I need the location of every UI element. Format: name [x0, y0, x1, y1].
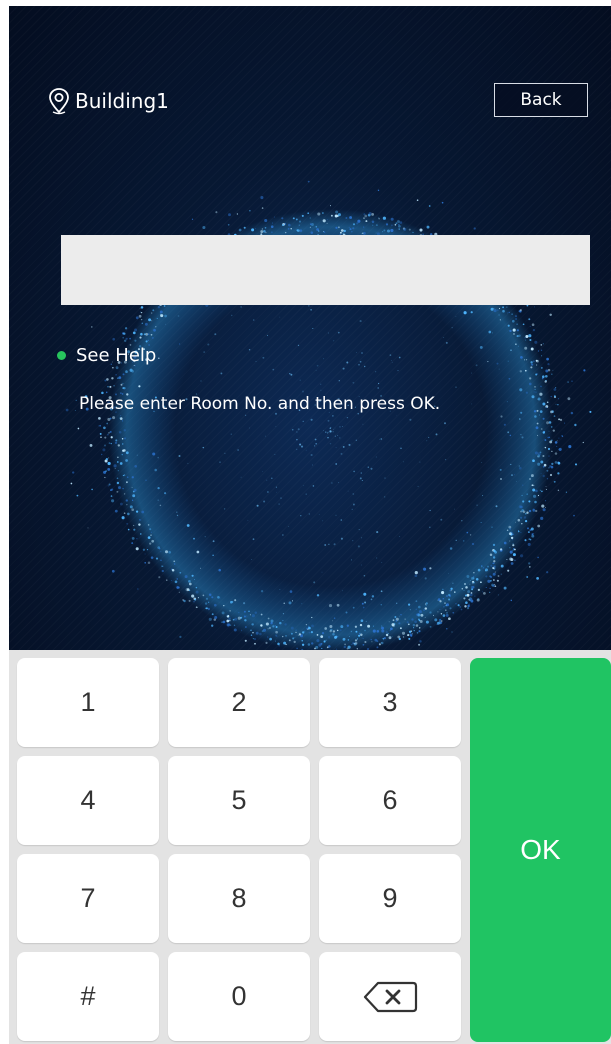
key-4[interactable]: 4	[17, 756, 159, 845]
back-button[interactable]: Back	[494, 83, 588, 117]
delete-button[interactable]	[319, 952, 461, 1041]
see-help-label: See Help	[76, 344, 157, 366]
instruction-text: Please enter Room No. and then press OK.	[79, 394, 441, 414]
key-hash[interactable]: #	[17, 952, 159, 1041]
door-station-screen: Building1 Back See Help Please enter Roo…	[0, 0, 611, 1044]
key-9[interactable]: 9	[319, 854, 461, 943]
location-label: Building1	[47, 86, 169, 116]
key-2[interactable]: 2	[168, 658, 310, 747]
key-1[interactable]: 1	[17, 658, 159, 747]
see-help-link[interactable]: See Help	[57, 342, 156, 368]
key-0[interactable]: 0	[168, 952, 310, 1041]
status-dot-icon	[57, 350, 66, 360]
location-name: Building1	[75, 89, 169, 113]
key-3[interactable]: 3	[319, 658, 461, 747]
numeric-keypad: 1 2 3 4 5 6 7 8 9 # 0 OK	[9, 650, 611, 1044]
backspace-icon	[363, 981, 418, 1012]
key-6[interactable]: 6	[319, 756, 461, 845]
key-8[interactable]: 8	[168, 854, 310, 943]
key-5[interactable]: 5	[168, 756, 310, 845]
room-number-input[interactable]	[61, 235, 590, 305]
ok-button[interactable]: OK	[470, 658, 611, 1042]
background-panel: Building1 Back See Help Please enter Roo…	[9, 6, 611, 650]
location-pin-icon	[49, 88, 69, 115]
key-7[interactable]: 7	[17, 854, 159, 943]
